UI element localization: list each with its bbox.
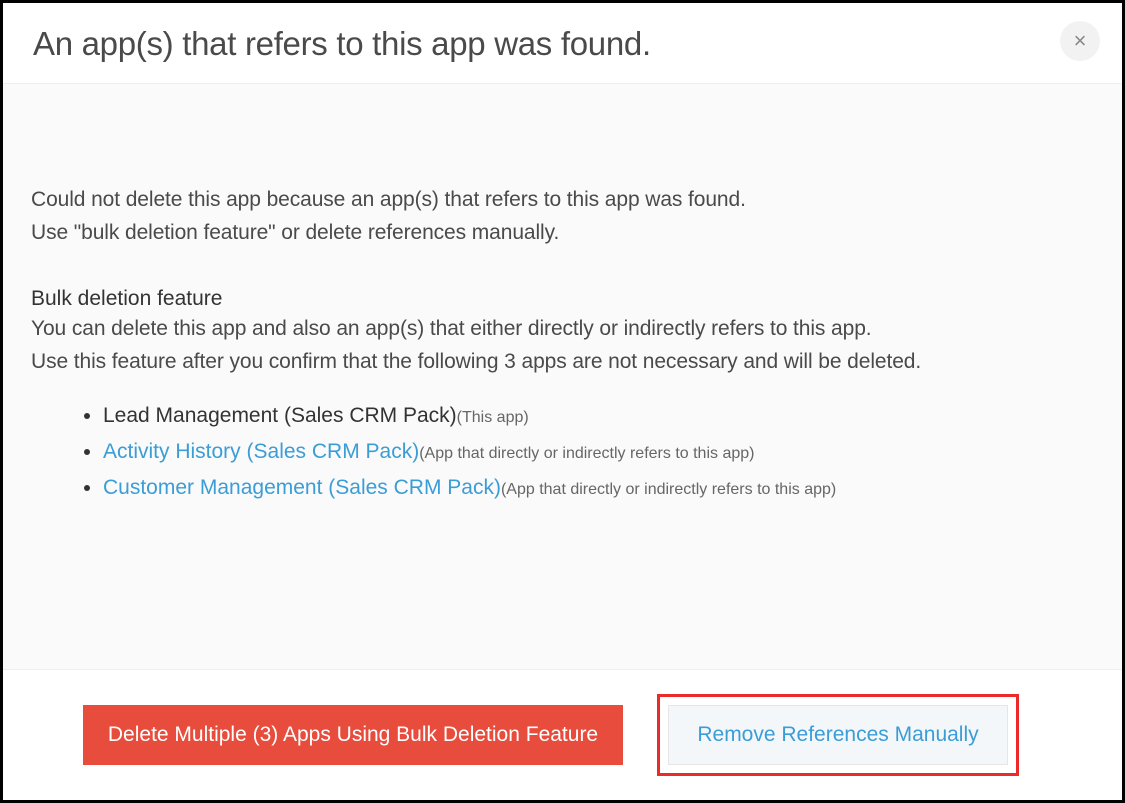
app-note: (App that directly or indirectly refers … — [501, 481, 836, 498]
error-message-line2: Use "bulk deletion feature" or delete re… — [31, 217, 1094, 250]
list-item: Activity History (Sales CRM Pack)(App th… — [103, 434, 1094, 470]
list-item: Customer Management (Sales CRM Pack)(App… — [103, 470, 1094, 506]
delete-multiple-button[interactable]: Delete Multiple (3) Apps Using Bulk Dele… — [83, 705, 623, 765]
dialog-body: Could not delete this app because an app… — [3, 83, 1122, 670]
delete-app-dialog: An app(s) that refers to this app was fo… — [3, 3, 1122, 800]
app-name: Lead Management (Sales CRM Pack) — [103, 404, 457, 427]
dialog-footer: Delete Multiple (3) Apps Using Bulk Dele… — [3, 670, 1122, 800]
dialog-header: An app(s) that refers to this app was fo… — [3, 3, 1122, 83]
app-link-activity-history[interactable]: Activity History (Sales CRM Pack) — [103, 440, 419, 463]
bulk-deletion-heading: Bulk deletion feature — [31, 287, 1094, 311]
manual-button-highlight: Remove References Manually — [657, 694, 1019, 776]
bulk-deletion-desc2: Use this feature after you confirm that … — [31, 346, 1094, 379]
error-message-line1: Could not delete this app because an app… — [31, 184, 1094, 217]
remove-references-manually-button[interactable]: Remove References Manually — [668, 705, 1008, 765]
close-button[interactable]: × — [1060, 21, 1100, 61]
app-link-customer-management[interactable]: Customer Management (Sales CRM Pack) — [103, 476, 501, 499]
list-item: Lead Management (Sales CRM Pack)(This ap… — [103, 398, 1094, 434]
dialog-title: An app(s) that refers to this app was fo… — [33, 25, 1092, 63]
close-icon: × — [1074, 30, 1087, 52]
app-note: (App that directly or indirectly refers … — [419, 445, 754, 462]
app-note: (This app) — [457, 409, 529, 426]
bulk-deletion-desc1: You can delete this app and also an app(… — [31, 313, 1094, 346]
app-list: Lead Management (Sales CRM Pack)(This ap… — [31, 398, 1094, 505]
